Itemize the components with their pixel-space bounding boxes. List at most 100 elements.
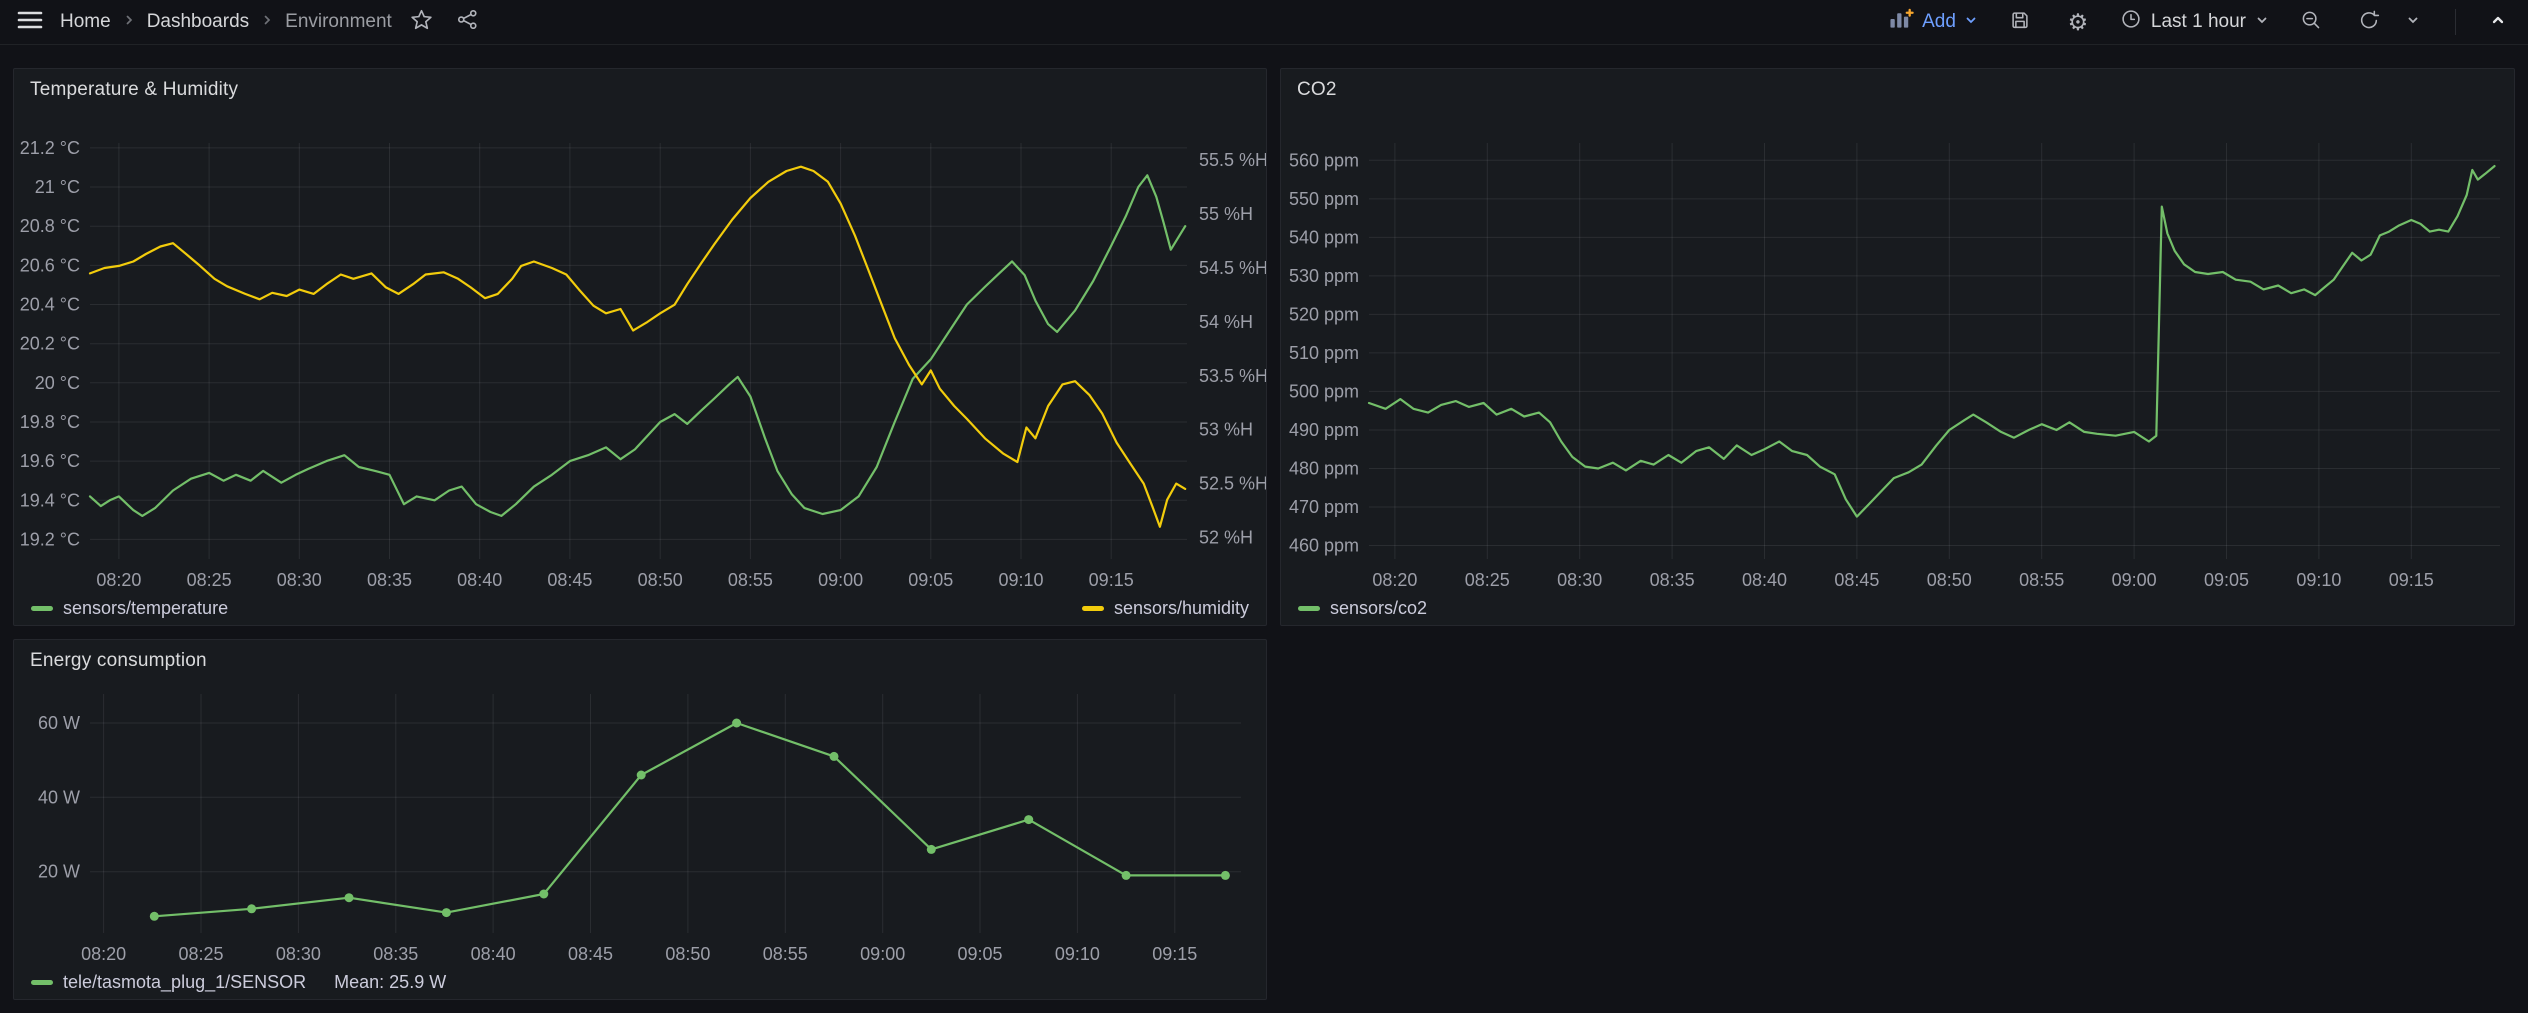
svg-text:480 ppm: 480 ppm <box>1289 459 1359 479</box>
svg-text:08:20: 08:20 <box>1372 570 1417 590</box>
svg-text:20.8 °C: 20.8 °C <box>20 216 80 236</box>
svg-text:550 ppm: 550 ppm <box>1289 189 1359 209</box>
add-panel-icon <box>1889 8 1914 36</box>
chevron-up-icon <box>2490 12 2506 33</box>
magnifier-minus-icon <box>2300 9 2322 36</box>
svg-text:21 °C: 21 °C <box>35 177 80 197</box>
breadcrumb-home[interactable]: Home <box>60 11 111 33</box>
svg-text:08:45: 08:45 <box>1834 570 1879 590</box>
svg-text:52.5 %H: 52.5 %H <box>1199 474 1266 494</box>
energy-consumption-chart[interactable]: 08:2008:2508:3008:3508:4008:4508:5008:55… <box>14 680 1266 973</box>
svg-text:54 %H: 54 %H <box>1199 312 1253 332</box>
legend-label-humidity: sensors/humidity <box>1114 598 1249 619</box>
chevron-down-icon <box>2255 11 2269 33</box>
co2-chart[interactable]: 08:2008:2508:3008:3508:4008:4508:5008:55… <box>1281 109 2514 597</box>
svg-text:60 W: 60 W <box>38 713 80 733</box>
legend: sensors/co2 <box>1298 596 2497 620</box>
svg-text:08:55: 08:55 <box>763 944 808 964</box>
svg-text:460 ppm: 460 ppm <box>1289 536 1359 556</box>
time-range-label: Last 1 hour <box>2151 11 2246 33</box>
svg-text:20.4 °C: 20.4 °C <box>20 295 80 315</box>
gear-icon: ⚙ <box>2068 11 2089 34</box>
chevron-right-icon <box>122 11 136 33</box>
svg-text:08:35: 08:35 <box>367 570 412 590</box>
chevron-down-icon <box>1964 11 1978 33</box>
svg-text:19.2 °C: 19.2 °C <box>20 529 80 549</box>
share-dashboard-button[interactable] <box>452 6 484 38</box>
svg-text:08:25: 08:25 <box>178 944 223 964</box>
collapse-navbar-button[interactable] <box>2482 6 2514 38</box>
add-panel-button[interactable]: Add <box>1889 8 1978 36</box>
temperature-humidity-chart[interactable]: 08:2008:2508:3008:3508:4008:4508:5008:55… <box>14 109 1266 597</box>
legend-item-humidity[interactable]: sensors/humidity <box>1082 598 1249 619</box>
breadcrumb-dashboards[interactable]: Dashboards <box>147 11 249 33</box>
svg-text:08:45: 08:45 <box>568 944 613 964</box>
legend-item-temperature[interactable]: sensors/temperature <box>31 598 228 619</box>
share-icon <box>456 8 479 36</box>
svg-text:20.6 °C: 20.6 °C <box>20 255 80 275</box>
svg-text:55 %H: 55 %H <box>1199 204 1253 224</box>
svg-text:09:05: 09:05 <box>2204 570 2249 590</box>
time-range-picker[interactable]: Last 1 hour <box>2120 8 2269 36</box>
favorite-dashboard-button[interactable] <box>406 6 438 38</box>
svg-text:08:25: 08:25 <box>187 570 232 590</box>
chevron-down-icon <box>2406 13 2420 32</box>
svg-text:560 ppm: 560 ppm <box>1289 150 1359 170</box>
svg-text:09:10: 09:10 <box>998 570 1043 590</box>
nav-divider <box>2455 9 2456 35</box>
zoom-out-time-button[interactable] <box>2295 6 2327 38</box>
svg-text:09:10: 09:10 <box>2296 570 2341 590</box>
panel-temperature-humidity: Temperature & Humidity 08:20 08:25 08:30 08… <box>13 68 1267 626</box>
svg-text:20 W: 20 W <box>38 862 80 882</box>
refresh-icon <box>2358 9 2380 36</box>
legend-color-temperature <box>31 606 53 611</box>
svg-text:09:00: 09:00 <box>2112 570 2157 590</box>
dashboard-settings-button[interactable]: ⚙ <box>2062 6 2094 38</box>
refresh-interval-dropdown[interactable] <box>2397 6 2429 38</box>
svg-text:08:30: 08:30 <box>277 570 322 590</box>
svg-text:19.6 °C: 19.6 °C <box>20 451 80 471</box>
top-navigation-bar: Home Dashboards Environment Add <box>0 0 2528 45</box>
panel-title[interactable]: Energy consumption <box>30 650 207 672</box>
svg-text:500 ppm: 500 ppm <box>1289 381 1359 401</box>
svg-text:40 W: 40 W <box>38 787 80 807</box>
svg-text:08:25: 08:25 <box>1465 570 1510 590</box>
menu-toggle-button[interactable] <box>14 6 46 38</box>
svg-text:530 ppm: 530 ppm <box>1289 266 1359 286</box>
svg-text:08:20: 08:20 <box>81 944 126 964</box>
panel-co2: CO2 08:2008:2508:3008:3508:4008:4508:500… <box>1280 68 2515 626</box>
svg-text:08:50: 08:50 <box>1927 570 1972 590</box>
svg-text:09:10: 09:10 <box>1055 944 1100 964</box>
star-icon <box>410 8 433 36</box>
refresh-dashboard-button[interactable] <box>2353 6 2385 38</box>
svg-text:08:30: 08:30 <box>1557 570 1602 590</box>
svg-text:510 ppm: 510 ppm <box>1289 343 1359 363</box>
legend: sensors/temperature sensors/humidity <box>31 596 1249 620</box>
svg-text:08:35: 08:35 <box>1650 570 1695 590</box>
svg-text:09:05: 09:05 <box>908 570 953 590</box>
svg-text:09:15: 09:15 <box>1089 570 1134 590</box>
panel-title[interactable]: Temperature & Humidity <box>30 79 238 101</box>
svg-text:08:40: 08:40 <box>457 570 502 590</box>
svg-text:08:50: 08:50 <box>665 944 710 964</box>
breadcrumb: Home Dashboards Environment <box>60 11 392 33</box>
breadcrumb-current-environment: Environment <box>285 11 392 33</box>
legend: tele/tasmota_plug_1/SENSOR Mean: 25.9 W <box>31 970 1249 994</box>
legend-label-energy: tele/tasmota_plug_1/SENSOR <box>63 972 306 993</box>
svg-text:55.5 %H: 55.5 %H <box>1199 150 1266 170</box>
save-icon <box>2009 9 2031 36</box>
legend-item-energy[interactable]: tele/tasmota_plug_1/SENSOR Mean: 25.9 W <box>31 972 446 993</box>
svg-text:08:20: 08:20 <box>96 570 141 590</box>
svg-text:20.2 °C: 20.2 °C <box>20 334 80 354</box>
svg-text:08:35: 08:35 <box>373 944 418 964</box>
svg-text:08:50: 08:50 <box>638 570 683 590</box>
legend-label-temperature: sensors/temperature <box>63 598 228 619</box>
panel-title[interactable]: CO2 <box>1297 79 1337 101</box>
svg-text:520 ppm: 520 ppm <box>1289 304 1359 324</box>
hamburger-icon <box>17 9 43 36</box>
svg-text:09:00: 09:00 <box>818 570 863 590</box>
chevron-right-icon <box>260 11 274 33</box>
svg-text:08:30: 08:30 <box>276 944 321 964</box>
legend-item-co2[interactable]: sensors/co2 <box>1298 598 1427 619</box>
save-dashboard-button[interactable] <box>2004 6 2036 38</box>
